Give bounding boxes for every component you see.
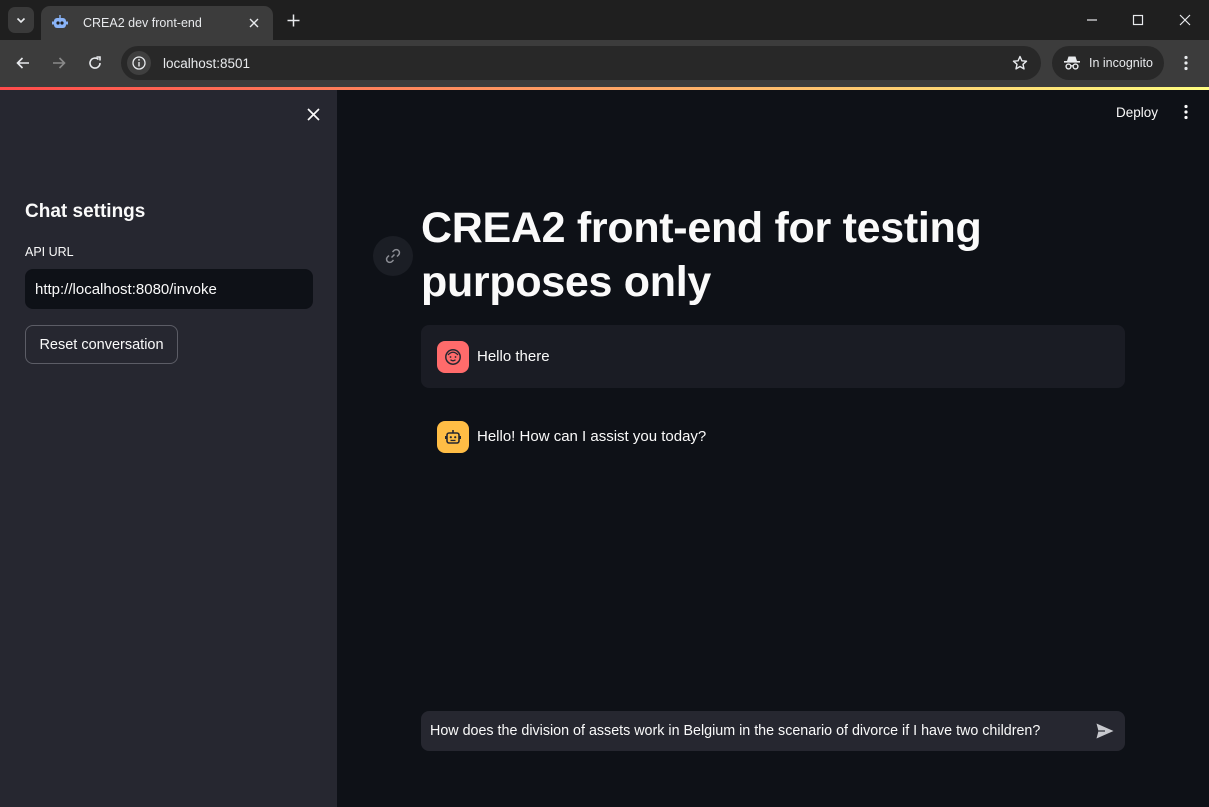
- forward-button[interactable]: [46, 50, 72, 76]
- plus-icon: [287, 14, 299, 26]
- url-text: localhost:8501: [163, 55, 251, 71]
- minimize-icon: [1087, 19, 1097, 21]
- browser-toolbar: localhost:8501 In incognito: [0, 40, 1209, 87]
- address-bar[interactable]: localhost:8501: [121, 46, 1041, 80]
- main-menu-button[interactable]: [1176, 100, 1196, 124]
- send-button[interactable]: [1085, 711, 1125, 751]
- info-icon: [132, 56, 146, 70]
- api-url-input[interactable]: [25, 269, 313, 309]
- incognito-icon: [1064, 56, 1080, 70]
- favicon-robot-icon: [51, 14, 69, 32]
- browser-tab-active[interactable]: CREA2 dev front-end: [41, 6, 273, 40]
- close-icon: [249, 18, 259, 28]
- robot-icon: [445, 429, 461, 444]
- close-icon: [306, 107, 320, 121]
- close-icon: [1179, 14, 1191, 26]
- deploy-button[interactable]: Deploy: [1110, 100, 1164, 124]
- reload-icon: [89, 56, 101, 69]
- message-text: Hello! How can I assist you today?: [477, 428, 707, 445]
- reload-button[interactable]: [82, 50, 108, 76]
- link-icon: [385, 248, 401, 264]
- assistant-avatar: [437, 420, 469, 453]
- back-arrow-icon: [16, 57, 29, 69]
- back-button[interactable]: [10, 50, 36, 76]
- message-text: Hello there: [477, 348, 550, 365]
- window-close-button[interactable]: [1173, 8, 1197, 32]
- chat-input-container: [421, 711, 1125, 751]
- api-url-label: API URL: [25, 245, 74, 259]
- maximize-button[interactable]: [1126, 8, 1150, 32]
- chat-message-user: Hello there: [421, 325, 1125, 388]
- sidebar: Chat settings API URL Reset conversation: [0, 90, 337, 807]
- chat-input[interactable]: [421, 711, 1085, 751]
- site-info-button[interactable]: [127, 51, 151, 75]
- kebab-menu-icon: [1184, 55, 1188, 71]
- tab-search-button[interactable]: [8, 7, 34, 33]
- sidebar-close-button[interactable]: [302, 103, 324, 125]
- forward-arrow-icon: [53, 57, 66, 69]
- chat-message-assistant: Hello! How can I assist you today?: [421, 405, 1125, 468]
- chevron-down-icon: [16, 17, 26, 24]
- send-icon: [1096, 723, 1114, 739]
- reset-conversation-button[interactable]: Reset conversation: [25, 325, 178, 364]
- browser-menu-button[interactable]: [1174, 50, 1198, 76]
- title-anchor-link[interactable]: [373, 236, 413, 276]
- tab-close-button[interactable]: [245, 14, 263, 32]
- tab-title: CREA2 dev front-end: [83, 16, 202, 30]
- browser-tabstrip: CREA2 dev front-end: [0, 0, 1209, 40]
- incognito-indicator[interactable]: In incognito: [1052, 46, 1164, 80]
- maximize-icon: [1132, 14, 1144, 26]
- streamlit-app: Chat settings API URL Reset conversation…: [0, 87, 1209, 807]
- star-icon: [1012, 55, 1028, 70]
- user-avatar: [437, 340, 469, 373]
- user-face-icon: [445, 348, 461, 365]
- bookmark-star-button[interactable]: [1007, 50, 1033, 76]
- chat-settings-heading: Chat settings: [25, 201, 146, 222]
- kebab-menu-icon: [1184, 104, 1188, 120]
- page-title: CREA2 front-end for testing purposes onl…: [421, 204, 982, 306]
- incognito-label: In incognito: [1089, 56, 1153, 70]
- minimize-button[interactable]: [1080, 8, 1104, 32]
- new-tab-button[interactable]: [282, 9, 304, 31]
